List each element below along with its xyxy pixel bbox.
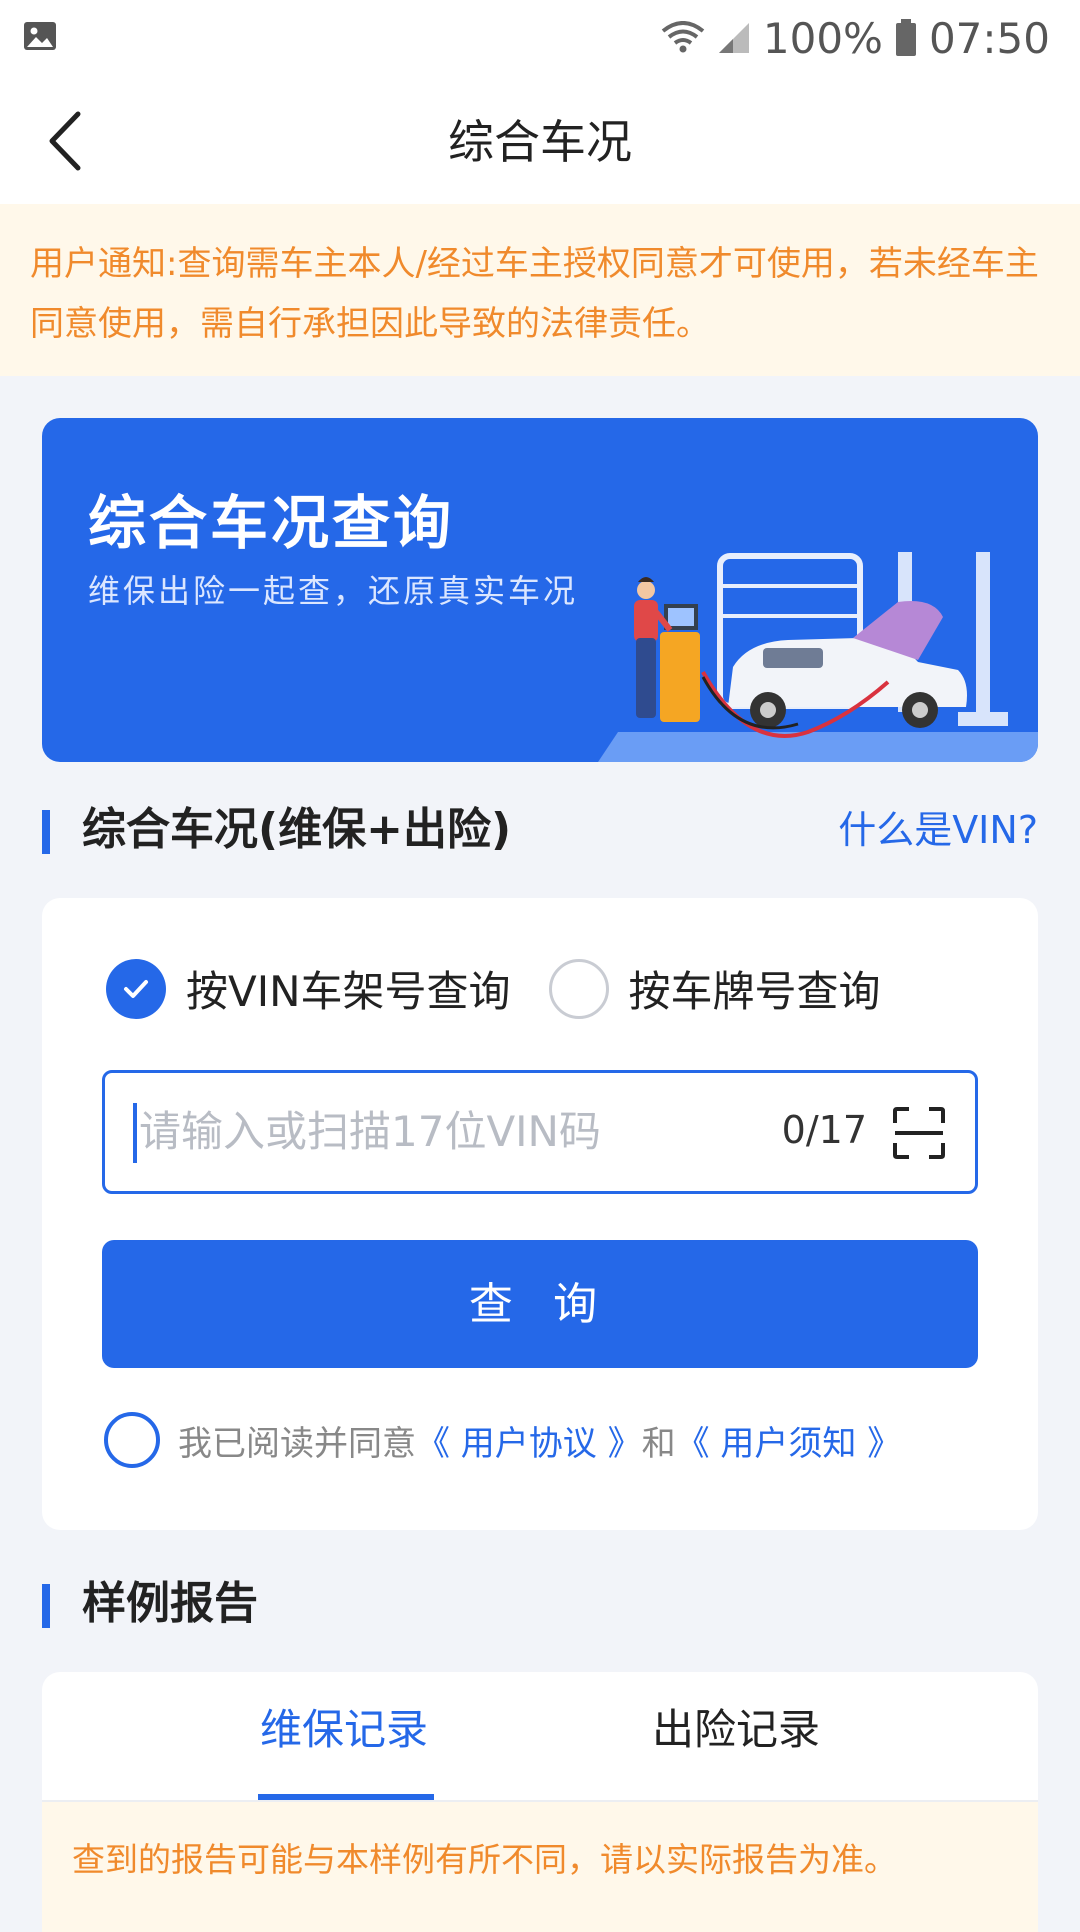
vin-input-placeholder: 请输入或扫描17位VIN码 — [139, 1107, 601, 1156]
sample-report-card: 维保记录 出险记录 查到的报告可能与本样例有所不同，请以实际报告为准。 — [42, 1672, 1038, 1932]
agreement-and: 和 — [641, 1423, 676, 1464]
user-agreement-link[interactable]: 《 用户协议 》 — [416, 1416, 642, 1465]
banner-subtitle: 维保出险一起查，还原真实车况 — [88, 572, 579, 610]
vin-input[interactable]: 请输入或扫描17位VIN码 0/17 — [102, 1070, 978, 1194]
sample-notice: 查到的报告可能与本样例有所不同，请以实际报告为准。 — [42, 1802, 1038, 1932]
image-icon — [24, 22, 56, 50]
hero-banner: 综合车况查询 维保出险一起查，还原真实车况 — [42, 418, 1038, 762]
sample-section-title: 样例报告 — [82, 1578, 258, 1629]
vin-mode-label[interactable]: 按VIN车架号查询 — [186, 958, 511, 1019]
query-button[interactable]: 查 询 — [102, 1240, 978, 1368]
agreement-checkbox[interactable] — [104, 1412, 160, 1468]
sample-section-header: 样例报告 — [42, 1574, 1038, 1634]
agreement-row: 我已阅读并同意 《 用户协议 》 和 《 用户须知 》 — [104, 1412, 901, 1468]
user-notice-link[interactable]: 《 用户须知 》 — [676, 1416, 902, 1465]
plate-mode-label[interactable]: 按车牌号查询 — [629, 958, 881, 1019]
checkmark-icon — [124, 979, 148, 998]
mechanic-car-illustration — [598, 552, 1038, 762]
status-right: 100% 07:50 — [661, 12, 1050, 64]
plate-mode-radio[interactable] — [548, 958, 609, 1019]
banner-title: 综合车况查询 — [88, 489, 455, 557]
tab-maintenance-records[interactable]: 维保记录 — [260, 1700, 428, 1760]
status-bar: 100% 07:50 — [0, 0, 1080, 76]
page-title: 综合车况 — [448, 115, 632, 169]
clock: 07:50 — [928, 13, 1050, 63]
section-accent-bar — [42, 810, 50, 854]
agreement-prefix: 我已阅读并同意 — [178, 1423, 416, 1464]
query-card: 按VIN车架号查询 按车牌号查询 请输入或扫描17位VIN码 0/17 查 询 … — [42, 898, 1038, 1530]
app-header: 综合车况 — [0, 76, 1080, 204]
battery-percent: 100% — [762, 13, 883, 63]
signal-icon — [718, 23, 749, 53]
text-cursor — [133, 1103, 137, 1163]
query-section-header: 综合车况(维保+出险) 什么是VIN? — [42, 800, 1038, 860]
tab-claim-records[interactable]: 出险记录 — [652, 1700, 820, 1760]
vin-char-counter: 0/17 — [781, 1108, 867, 1152]
user-notice: 用户通知:查询需车主本人/经过车主授权同意才可使用，若未经车主同意使用，需自行承… — [0, 204, 1080, 376]
battery-icon — [895, 19, 916, 56]
scan-icon[interactable] — [891, 1105, 947, 1161]
wifi-icon — [661, 21, 705, 53]
query-section-title: 综合车况(维保+出险) — [82, 804, 512, 855]
query-mode-options: 按VIN车架号查询 按车牌号查询 — [106, 958, 919, 1019]
what-is-vin-link[interactable]: 什么是VIN? — [838, 800, 1038, 860]
vin-mode-radio[interactable] — [106, 958, 166, 1019]
section-accent-bar — [42, 1584, 50, 1628]
